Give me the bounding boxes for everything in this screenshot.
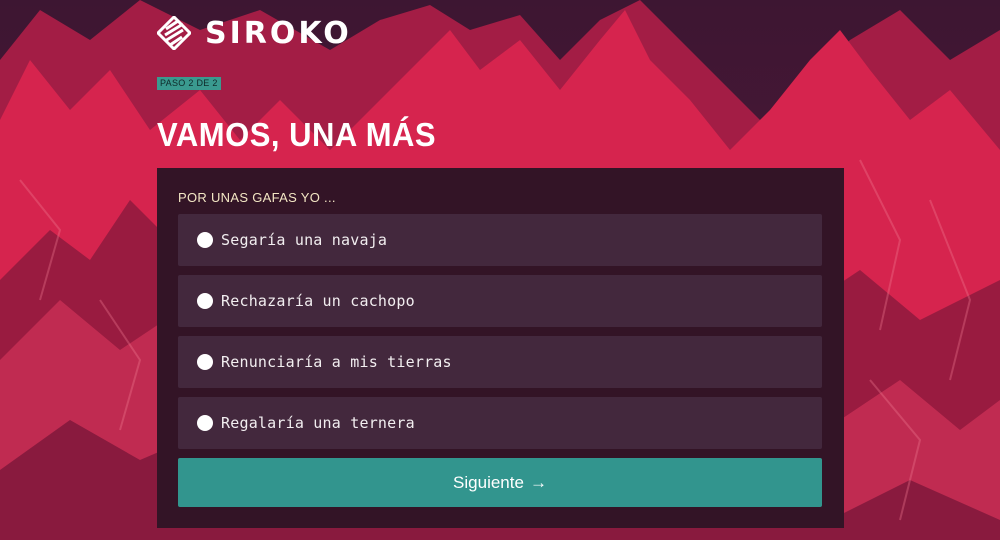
next-button[interactable]: Siguiente →: [178, 458, 822, 507]
option-4[interactable]: Regalaría una ternera: [178, 397, 822, 449]
radio-button-icon[interactable]: [197, 415, 213, 431]
page-title: VAMOS, UNA MÁS: [157, 116, 437, 154]
step-badge: PASO 2 DE 2: [157, 77, 221, 90]
arrow-right-icon: →: [529, 472, 547, 492]
question-text: POR UNAS GAFAS YO ...: [178, 190, 336, 205]
radio-button-icon[interactable]: [197, 232, 213, 248]
option-label: Regalaría una ternera: [221, 414, 415, 432]
siroko-logo-icon: [157, 16, 191, 50]
radio-button-icon[interactable]: [197, 354, 213, 370]
brand-logo[interactable]: SIROKO: [157, 14, 352, 52]
option-3[interactable]: Renunciaría a mis tierras: [178, 336, 822, 388]
option-1[interactable]: Segaría una navaja: [178, 214, 822, 266]
option-2[interactable]: Rechazaría un cachopo: [178, 275, 822, 327]
radio-button-icon[interactable]: [197, 293, 213, 309]
quiz-card: POR UNAS GAFAS YO ... Segaría una navaja…: [157, 168, 844, 528]
brand-name: SIROKO: [205, 15, 352, 51]
option-label: Segaría una navaja: [221, 231, 388, 249]
next-button-label: Siguiente: [453, 472, 524, 492]
option-label: Renunciaría a mis tierras: [221, 353, 452, 371]
option-label: Rechazaría un cachopo: [221, 292, 415, 310]
